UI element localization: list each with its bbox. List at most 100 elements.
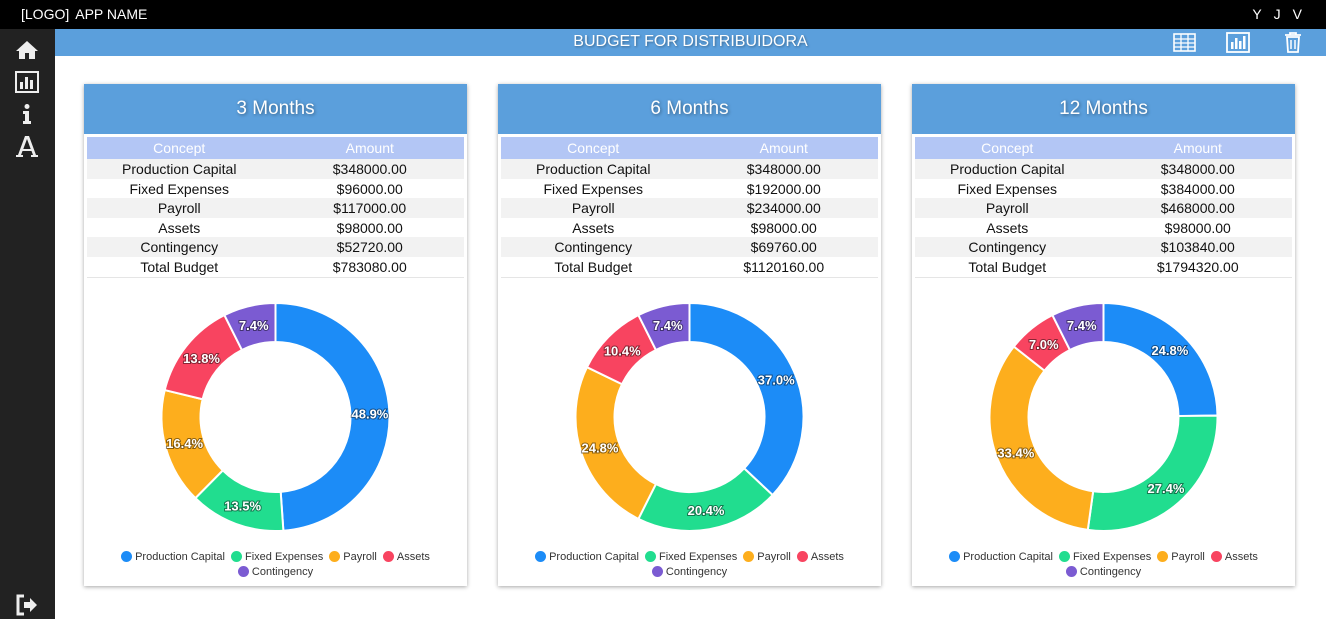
chart-legend: Production Capital Fixed Expenses Payroll A… xyxy=(498,550,881,580)
top-bar: [LOGO] APP NAME Y J V xyxy=(0,0,1326,29)
amount-cell: $98000.00 xyxy=(336,219,403,236)
legend-swatch xyxy=(329,551,341,562)
legend-item[interactable]: Contingency xyxy=(651,565,728,580)
bar-chart-icon[interactable] xyxy=(14,69,40,95)
table-header: Concept Amount xyxy=(915,137,1292,159)
concept-cell: Fixed Expenses xyxy=(129,180,230,197)
logout-icon[interactable] xyxy=(14,592,40,618)
donut-slice[interactable] xyxy=(688,301,805,497)
legend-label: Production Capital xyxy=(135,551,225,563)
amount-cell: $348000.00 xyxy=(1160,161,1235,177)
legend-item[interactable]: Production Capital xyxy=(535,550,639,565)
legend-swatch xyxy=(651,566,663,577)
table-body: Production Capital $348000.00 Fixed Expens… xyxy=(915,159,1292,278)
table-header: Concept Amount xyxy=(501,137,878,159)
slice-label: 33.4% xyxy=(997,445,1034,460)
legend-item[interactable]: Payroll xyxy=(329,550,377,565)
legend-swatch xyxy=(796,551,808,562)
legend-swatch xyxy=(230,551,242,562)
concept-cell: Contingency xyxy=(968,239,1047,256)
legend-label: Payroll xyxy=(343,551,377,563)
table-row: Payroll $117000.00 xyxy=(87,198,464,218)
slice-label: 7.4% xyxy=(239,318,269,333)
legend-label: Payroll xyxy=(757,551,791,563)
info-icon[interactable] xyxy=(14,101,40,127)
table-row: Contingency $103840.00 xyxy=(915,237,1292,257)
amount-cell: $69760.00 xyxy=(750,239,817,256)
legend-label: Assets xyxy=(396,551,430,563)
amount-cell: $1794320.00 xyxy=(1156,258,1239,275)
donut-chart: 24.8% 27.4% 33.4% 7.0% 7.4% xyxy=(988,301,1219,532)
trash-icon[interactable] xyxy=(1281,31,1305,53)
table-row: Total Budget $1120160.00 xyxy=(501,256,878,277)
amount-cell: $384000.00 xyxy=(1160,180,1235,197)
chart-icon[interactable] xyxy=(1226,31,1250,53)
concept-header: Concept xyxy=(567,140,620,156)
legend-item[interactable]: Fixed Expenses xyxy=(230,550,323,565)
user-j[interactable]: J xyxy=(1274,6,1281,22)
legend-item[interactable]: Contingency xyxy=(237,565,314,580)
app-brand[interactable]: [LOGO] APP NAME xyxy=(21,6,147,22)
legend-label: Production Capital xyxy=(549,551,639,563)
legend-item[interactable]: Fixed Expenses xyxy=(1058,550,1151,565)
home-icon[interactable] xyxy=(14,37,40,63)
amount-cell: $783080.00 xyxy=(332,258,407,275)
font-icon[interactable] xyxy=(14,133,40,159)
donut-chart: 48.9% 13.5% 16.4% 13.8% 7.4% xyxy=(160,301,391,532)
concept-cell: Payroll xyxy=(571,200,615,217)
legend-item[interactable]: Fixed Expenses xyxy=(644,550,738,565)
legend-swatch xyxy=(1058,551,1070,562)
concept-header: Concept xyxy=(153,140,206,156)
legend-item[interactable]: Contingency xyxy=(1065,565,1141,580)
donut-slice[interactable] xyxy=(988,345,1095,532)
user-switcher: Y J V xyxy=(1252,6,1302,22)
legend-label: Contingency xyxy=(665,566,728,578)
concept-cell: Total Budget xyxy=(554,258,633,275)
legend-item[interactable]: Production Capital xyxy=(121,550,225,565)
slice-label: 37.0% xyxy=(758,372,795,387)
donut-slice[interactable] xyxy=(637,466,775,532)
concept-cell: Assets xyxy=(158,219,201,236)
table-row: Assets $98000.00 xyxy=(915,217,1292,238)
slice-label: 27.4% xyxy=(1148,481,1185,496)
concept-cell: Production Capital xyxy=(536,161,651,177)
table-row: Payroll $234000.00 xyxy=(501,198,878,218)
amount-cell: $192000.00 xyxy=(746,180,821,197)
user-v[interactable]: V xyxy=(1293,6,1302,22)
legend-item[interactable]: Payroll xyxy=(1157,550,1205,565)
table-row: Payroll $468000.00 xyxy=(915,198,1292,218)
concept-cell: Total Budget xyxy=(140,258,219,275)
table-body: Production Capital $348000.00 Fixed Expens… xyxy=(501,159,878,278)
legend-item[interactable]: Production Capital xyxy=(949,550,1053,565)
slice-label: 7.4% xyxy=(1067,318,1097,333)
amount-cell: $98000.00 xyxy=(1164,219,1231,236)
legend-swatch xyxy=(1157,551,1169,562)
legend-item[interactable]: Payroll xyxy=(743,550,791,565)
amount-header: Amount xyxy=(1173,140,1222,156)
concept-cell: Fixed Expenses xyxy=(543,180,644,197)
card-title: 12 Months xyxy=(912,84,1295,134)
table-row: Total Budget $1794320.00 xyxy=(915,256,1292,277)
app-name: APP NAME xyxy=(75,6,148,22)
donut-slice[interactable] xyxy=(1102,301,1219,418)
legend-item[interactable]: Assets xyxy=(796,550,844,565)
user-y[interactable]: Y xyxy=(1252,6,1261,22)
legend-item[interactable]: Assets xyxy=(382,550,430,565)
legend-swatch xyxy=(1210,551,1222,562)
legend-label: Contingency xyxy=(251,566,314,578)
chart-legend: Production Capital Fixed Expenses Payroll A… xyxy=(84,550,467,580)
budget-card-6-months: 6 Months Concept Amount Production Capit… xyxy=(498,84,881,586)
table-icon[interactable] xyxy=(1172,31,1196,53)
legend-label: Fixed Expenses xyxy=(658,551,738,563)
concept-cell: Production Capital xyxy=(950,161,1065,177)
donut-slice[interactable] xyxy=(1086,414,1219,532)
concept-cell: Assets xyxy=(572,219,615,236)
table-row: Fixed Expenses $96000.00 xyxy=(87,178,464,199)
amount-cell: $52720.00 xyxy=(336,239,403,256)
table-row: Fixed Expenses $192000.00 xyxy=(501,178,878,199)
amount-cell: $98000.00 xyxy=(750,219,817,236)
table-row: Assets $98000.00 xyxy=(501,217,878,238)
legend-item[interactable]: Assets xyxy=(1210,550,1258,565)
concept-cell: Contingency xyxy=(554,239,633,256)
slice-label: 48.9% xyxy=(352,407,389,422)
